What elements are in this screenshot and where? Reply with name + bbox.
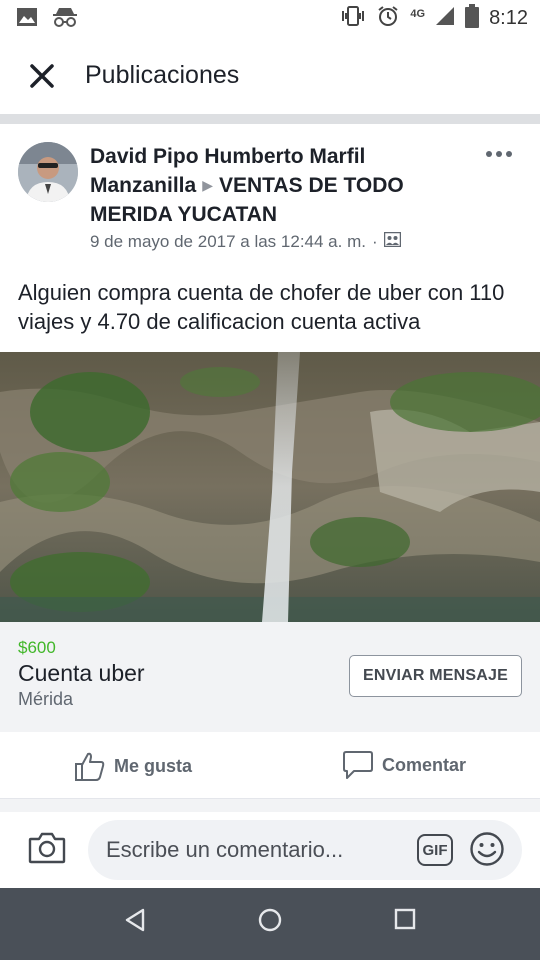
- section-divider: [0, 114, 540, 124]
- more-options-button[interactable]: [486, 144, 516, 164]
- comment-label: Comentar: [382, 754, 467, 775]
- status-bar: 4G 8:12: [0, 0, 540, 38]
- dot: [506, 151, 512, 157]
- smiley-icon: [470, 832, 504, 866]
- close-icon: [30, 64, 54, 88]
- back-button[interactable]: [124, 908, 146, 937]
- avatar[interactable]: [18, 142, 78, 202]
- send-message-button[interactable]: ENVIAR MENSAJE: [349, 655, 522, 697]
- marketplace-listing: $600 Cuenta uber Mérida ENVIAR MENSAJE: [0, 622, 540, 732]
- top-app-bar: Publicaciones: [0, 38, 540, 114]
- comment-bubble-icon: [343, 751, 373, 779]
- listing-price: $600: [18, 638, 56, 657]
- post-body-text: Alguien compra cuenta de chofer de uber …: [18, 280, 505, 334]
- back-triangle-icon: [125, 908, 145, 932]
- camera-button[interactable]: [28, 830, 66, 869]
- section-divider: [0, 798, 540, 812]
- home-circle-icon: [258, 908, 282, 932]
- incognito-icon: [52, 6, 78, 33]
- clock: 8:12: [489, 7, 528, 29]
- comment-button[interactable]: Comentar: [342, 750, 466, 780]
- dot: [486, 151, 492, 157]
- network-type: 4G: [410, 7, 426, 20]
- arrow-right-icon: ▶: [202, 176, 213, 193]
- comment-input[interactable]: Escribe un comentario... GIF: [88, 820, 522, 880]
- battery-icon: [465, 4, 480, 33]
- vibrate-icon: [340, 5, 366, 32]
- home-button[interactable]: [258, 908, 282, 937]
- listing-photo[interactable]: [0, 352, 540, 622]
- like-label: Me gusta: [114, 755, 193, 776]
- group-audience-icon: [383, 231, 401, 252]
- signal-icon: [435, 6, 455, 31]
- thumbs-up-icon: [75, 752, 105, 781]
- camera-icon: [28, 832, 66, 864]
- post-timestamp[interactable]: 9 de mayo de 2017 a las 12:44 a. m.: [90, 232, 366, 252]
- listing-title: Cuenta uber: [18, 660, 145, 686]
- close-button[interactable]: [24, 58, 60, 94]
- comment-placeholder: Escribe un comentario...: [106, 837, 344, 862]
- alarm-icon: [376, 4, 400, 33]
- system-navigation-bar: [0, 888, 540, 960]
- comment-composer: Escribe un comentario... GIF: [0, 812, 540, 888]
- post-actions: Me gusta Comentar: [0, 732, 540, 798]
- post-meta: 9 de mayo de 2017 a las 12:44 a. m. ·: [90, 231, 401, 252]
- emoji-button[interactable]: [469, 831, 505, 872]
- meta-separator: ·: [371, 232, 378, 251]
- listing-location: Mérida: [18, 689, 74, 709]
- dot: [496, 151, 502, 157]
- image-icon: [16, 7, 38, 32]
- post-author-line: David Pipo Humberto Marfil Manzanilla ▶ VE…: [90, 143, 470, 230]
- recents-button[interactable]: [394, 908, 416, 935]
- gif-button[interactable]: GIF: [417, 834, 453, 866]
- like-button[interactable]: Me gusta: [74, 750, 192, 782]
- recents-square-icon: [394, 908, 416, 930]
- page-title: Publicaciones: [85, 61, 240, 89]
- post-card: David Pipo Humberto Marfil Manzanilla ▶ VE…: [0, 124, 540, 810]
